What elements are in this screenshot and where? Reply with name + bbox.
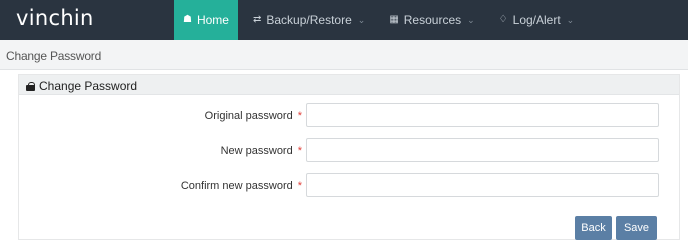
panel-title: Change Password [26,79,137,93]
chevron-down-icon: ⌄ [357,14,366,25]
backup-restore-icon: ⇄ [252,14,262,25]
nav-item-log-alert[interactable]: ♢ Log/Alert ⌄ [490,0,584,40]
breadcrumb: Change Password [0,40,688,70]
change-password-panel: Change Password Original password * New p… [18,74,680,240]
confirm-password-input[interactable] [306,173,659,197]
original-password-input[interactable] [306,103,659,127]
new-password-label: New password * [220,145,302,157]
form-row-original-password: Original password * [19,103,679,129]
nav-item-home[interactable]: ☗ Home [174,0,238,46]
chevron-down-icon: ⌄ [467,14,475,25]
resources-icon: ▦ [389,14,399,25]
required-marker: * [297,145,302,157]
panel-header: Change Password [19,75,679,95]
confirm-password-label: Confirm new password * [180,180,302,192]
nav-item-label: Resources [403,13,462,27]
bell-icon: ♢ [498,14,508,25]
key-lock-icon [26,81,35,91]
breadcrumb-current: Change Password [6,49,102,63]
top-navbar: vinchin ☗ Home ⇄ Backup/Restore ⌄ ▦ Reso… [0,0,688,46]
back-button[interactable]: Back [575,216,612,240]
required-marker: * [297,110,302,122]
nav-item-backup-restore[interactable]: ⇄ Backup/Restore ⌄ [244,0,374,40]
brand-logo: vinchin [16,6,94,30]
original-password-label: Original password * [204,110,302,122]
nav-item-resources[interactable]: ▦ Resources ⌄ [380,0,483,40]
nav-item-label: Home [196,13,229,27]
form-row-new-password: New password * [19,138,679,164]
new-password-input[interactable] [306,138,659,162]
chevron-down-icon: ⌄ [566,14,575,25]
nav-item-label: Log/Alert [512,13,561,27]
main-nav: ☗ Home ⇄ Backup/Restore ⌄ ▦ Resources ⌄ … [174,0,584,46]
home-icon: ☗ [183,14,192,25]
nav-item-label: Backup/Restore [266,13,352,27]
form-row-confirm-password: Confirm new password * [19,173,679,199]
save-button[interactable]: Save [616,216,657,240]
required-marker: * [297,180,302,192]
panel-title-text: Change Password [39,79,138,93]
